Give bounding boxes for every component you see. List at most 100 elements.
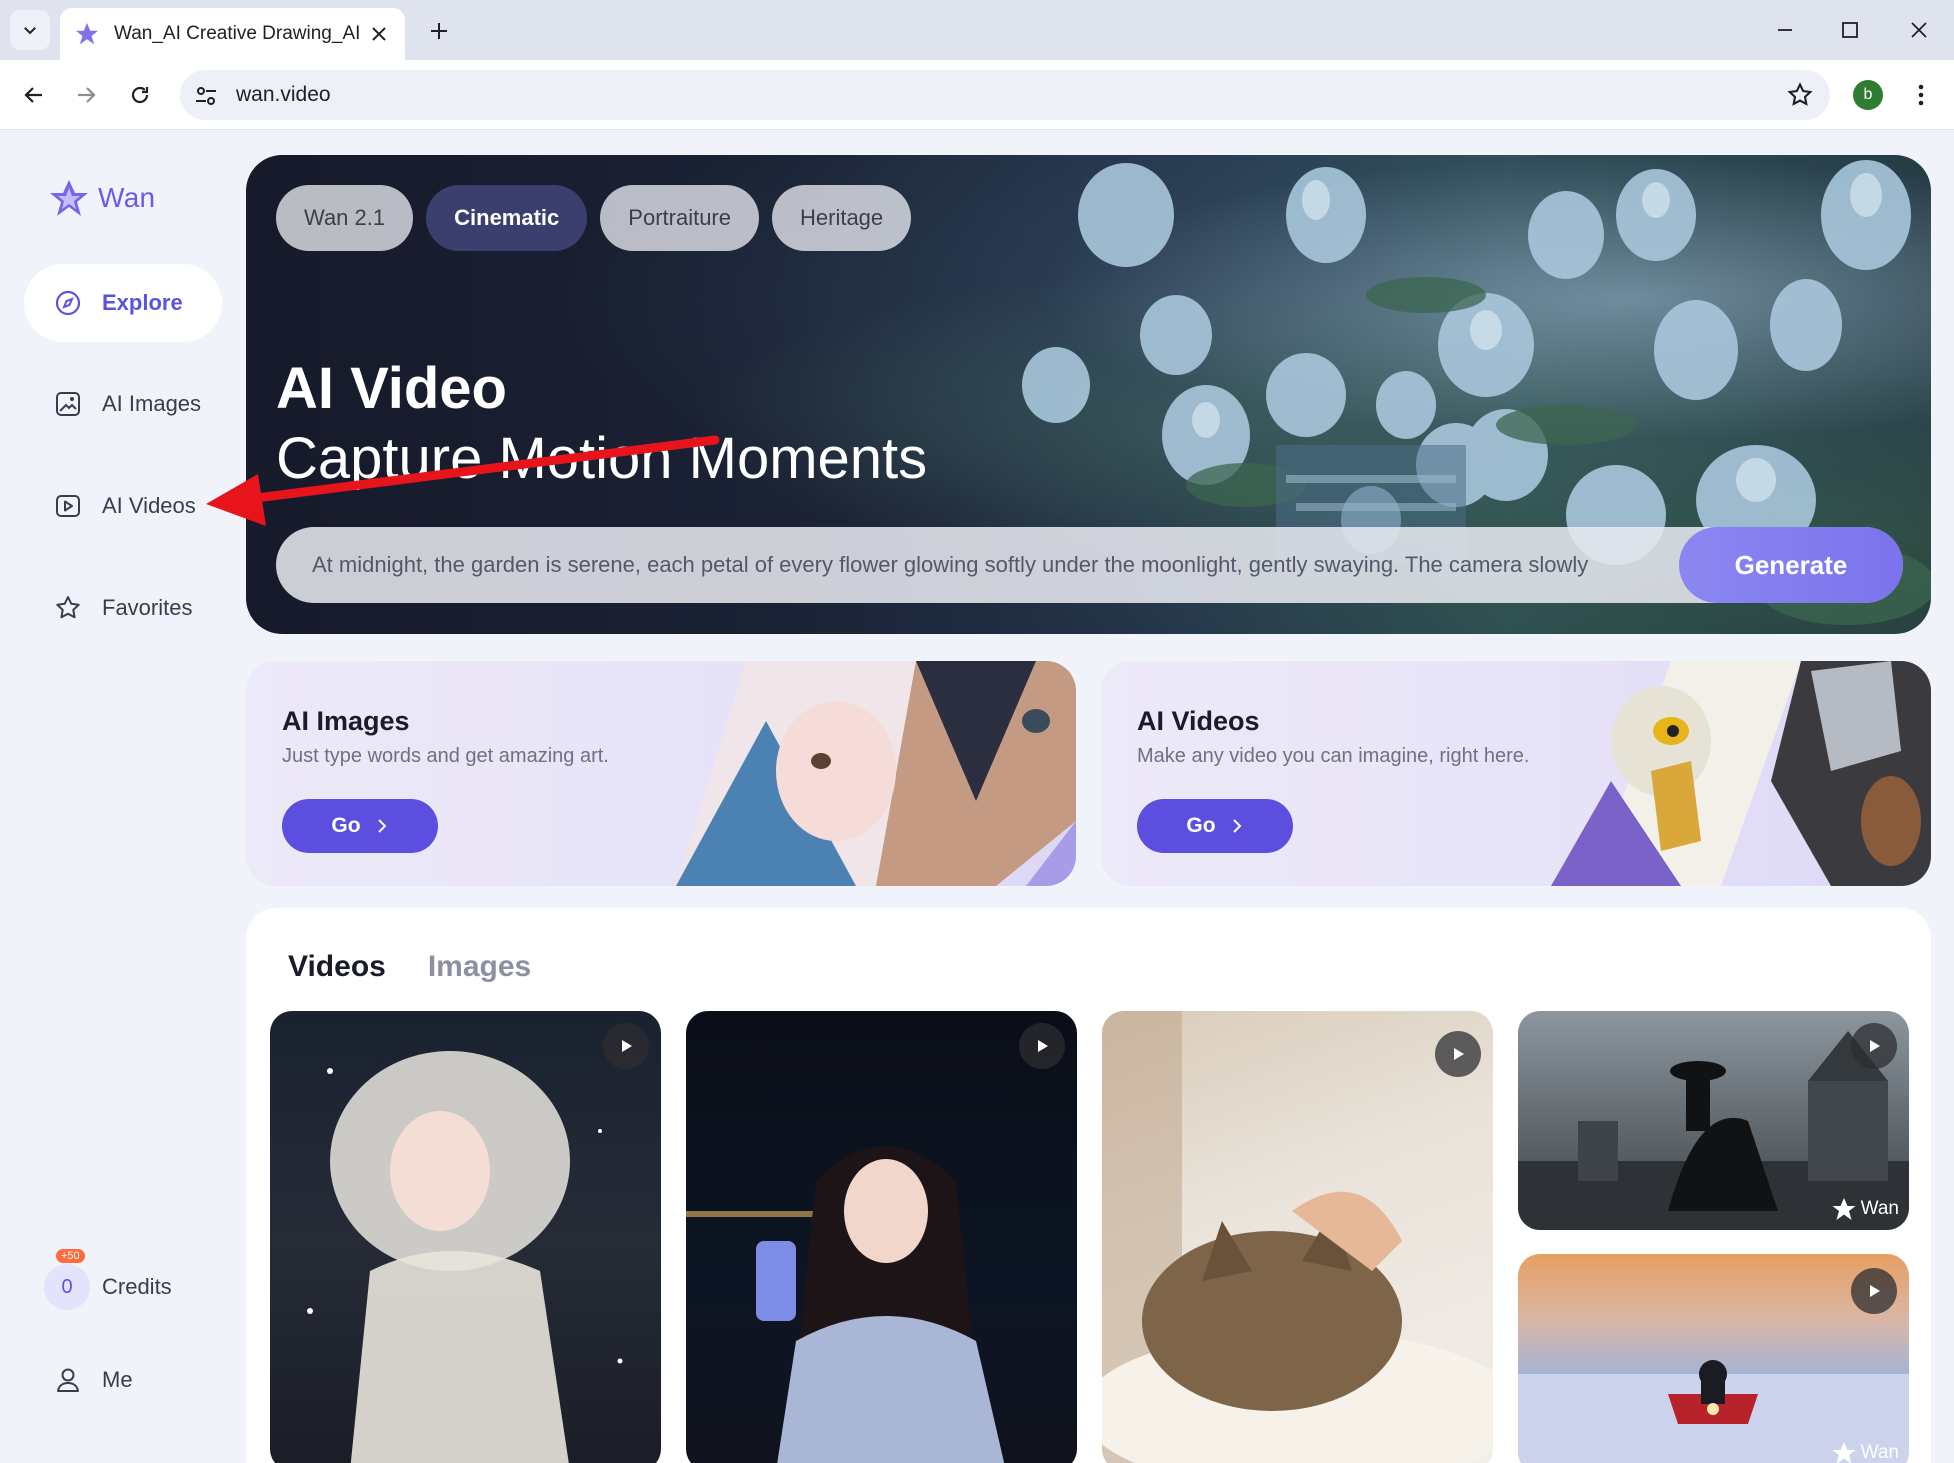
- video-thumbnail[interactable]: [686, 1011, 1077, 1463]
- watermark-text: Wan: [1860, 1442, 1899, 1463]
- gallery-section: Videos Images Wan Wan: [246, 908, 1931, 1463]
- card-description: Just type words and get amazing art.: [282, 745, 609, 767]
- sidebar-item-ai-images[interactable]: AI Images: [24, 365, 222, 443]
- play-button[interactable]: [603, 1023, 649, 1069]
- tab-search-button[interactable]: [10, 10, 50, 50]
- credits-widget[interactable]: +50 0 Credits: [44, 1249, 172, 1310]
- play-button[interactable]: [1435, 1031, 1481, 1077]
- prompt-text: At midnight, the garden is serene, each …: [312, 552, 1589, 577]
- hero-subtitle: Capture Motion Moments: [276, 426, 928, 491]
- tab-cinematic[interactable]: Cinematic: [426, 185, 588, 251]
- hero-banner: Wan 2.1 Cinematic Portraiture Heritage A…: [246, 155, 1931, 634]
- go-button-ai-images[interactable]: Go: [282, 799, 438, 853]
- reload-icon: [131, 86, 149, 104]
- chevron-right-icon: [1232, 819, 1241, 833]
- image-icon: [56, 392, 80, 416]
- tab-heritage[interactable]: Heritage: [772, 185, 912, 251]
- prompt-input[interactable]: At midnight, the garden is serene, each …: [276, 527, 1903, 603]
- sidebar-item-label: Favorites: [102, 595, 193, 620]
- browser-menu-button[interactable]: [1906, 80, 1936, 110]
- sidebar-item-favorites[interactable]: Favorites: [24, 569, 222, 647]
- chevron-down-icon: [24, 27, 36, 35]
- tab-close-icon[interactable]: [367, 22, 391, 46]
- close-icon: [1911, 22, 1927, 38]
- star-icon: [56, 596, 80, 619]
- play-icon: [1038, 1040, 1048, 1052]
- gallery-tabs: Videos Images: [288, 950, 573, 984]
- tab-wan-2-1[interactable]: Wan 2.1: [276, 185, 414, 251]
- minimize-icon: [1778, 29, 1792, 31]
- hero-title: AI Video: [276, 356, 507, 421]
- video-thumbnail[interactable]: [1102, 1011, 1493, 1463]
- tab-portraiture[interactable]: Portraiture: [600, 185, 759, 251]
- sidebar-item-label: AI Images: [102, 391, 202, 416]
- browser-toolbar: wan.video b: [0, 60, 1954, 130]
- wan-logo[interactable]: Wan: [48, 177, 155, 219]
- tab-images[interactable]: Images: [428, 950, 531, 984]
- sidebar: Wan Explore AI Images AI Videos Favorite…: [0, 131, 240, 1463]
- tab-videos[interactable]: Videos: [288, 950, 386, 984]
- wan-watermark: Wan: [1831, 1440, 1899, 1463]
- sidebar-item-explore[interactable]: Explore: [24, 264, 222, 342]
- tab-title: Wan_AI Creative Drawing_AI Painting_Arti…: [114, 23, 364, 44]
- thumbnail-image: [686, 1146, 1005, 1463]
- ai-videos-card[interactable]: AI Videos Make any video you can imagine…: [1101, 661, 1931, 886]
- user-icon: [57, 1368, 79, 1392]
- card-title: AI Images: [282, 706, 410, 736]
- forward-button[interactable]: [64, 73, 108, 117]
- browser-tab-active[interactable]: Wan_AI Creative Drawing_AI Painting_Arti…: [60, 8, 405, 60]
- plus-icon: [431, 23, 447, 39]
- reload-button[interactable]: [118, 73, 162, 117]
- go-button-ai-videos[interactable]: Go: [1137, 799, 1293, 853]
- sidebar-item-me[interactable]: Me: [54, 1366, 133, 1394]
- window-maximize-button[interactable]: [1815, 0, 1885, 60]
- wan-logo-icon: [1832, 1198, 1856, 1220]
- video-thumbnail[interactable]: Wan: [1518, 1254, 1909, 1463]
- compass-icon: [55, 290, 81, 316]
- thumbnail-image: [1518, 1360, 1909, 1463]
- style-tab-group: Wan 2.1 Cinematic Portraiture Heritage: [276, 185, 924, 251]
- new-tab-button[interactable]: [422, 14, 456, 48]
- play-button[interactable]: [1019, 1023, 1065, 1069]
- video-thumbnail[interactable]: Wan: [1518, 1011, 1909, 1230]
- video-icon: [56, 495, 80, 517]
- ai-videos-card-art: [1551, 661, 1931, 886]
- thumbnail-image: [1102, 1011, 1493, 1463]
- profile-avatar[interactable]: b: [1853, 80, 1883, 110]
- me-label: Me: [102, 1367, 133, 1392]
- ai-images-card[interactable]: AI Images Just type words and get amazin…: [246, 661, 1076, 886]
- play-button[interactable]: [1851, 1023, 1897, 1069]
- site-settings-icon[interactable]: [192, 82, 220, 110]
- credits-label: Credits: [102, 1274, 172, 1299]
- maximize-icon: [1842, 22, 1858, 38]
- sidebar-item-label: Explore: [102, 290, 183, 315]
- address-bar[interactable]: wan.video: [180, 70, 1830, 120]
- more-vertical-icon: [1918, 84, 1924, 106]
- arrow-right-icon: [78, 87, 96, 103]
- window-minimize-button[interactable]: [1750, 0, 1820, 60]
- play-icon: [1870, 1040, 1880, 1052]
- wan-logo-icon: [1832, 1442, 1856, 1463]
- wan-favicon-icon: [75, 22, 99, 45]
- back-button[interactable]: [12, 73, 56, 117]
- sidebar-item-ai-videos[interactable]: AI Videos: [24, 467, 222, 545]
- thumbnail-image: [307, 1051, 623, 1463]
- bookmark-star-icon[interactable]: [1786, 81, 1814, 109]
- video-thumbnail[interactable]: [270, 1011, 661, 1463]
- card-description: Make any video you can imagine, right he…: [1137, 745, 1530, 767]
- play-icon: [1870, 1285, 1880, 1297]
- play-button[interactable]: [1851, 1268, 1897, 1314]
- url-text: wan.video: [236, 83, 331, 106]
- generate-button[interactable]: Generate: [1679, 527, 1903, 603]
- play-icon: [622, 1040, 632, 1052]
- sidebar-item-label: AI Videos: [102, 493, 196, 518]
- window-close-button[interactable]: [1884, 0, 1954, 60]
- play-icon: [1454, 1048, 1464, 1060]
- watermark-text: Wan: [1860, 1198, 1899, 1219]
- wan-watermark: Wan: [1831, 1196, 1899, 1222]
- ai-images-card-art: [676, 661, 1076, 886]
- wan-logo-icon: [50, 180, 88, 216]
- card-title: AI Videos: [1137, 706, 1260, 736]
- credits-counter: +50 0: [44, 1249, 90, 1310]
- arrow-left-icon: [24, 87, 42, 103]
